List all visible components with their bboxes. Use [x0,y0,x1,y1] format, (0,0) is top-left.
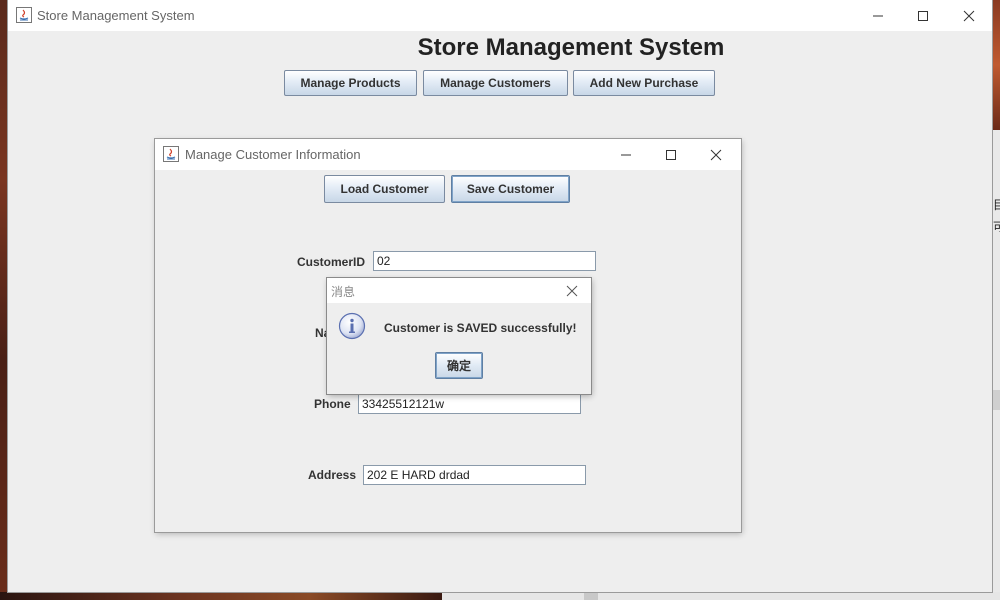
desktop-background-right [992,0,1000,130]
java-app-icon [163,146,179,162]
customer-window-title: Manage Customer Information [185,147,361,162]
manage-customers-button[interactable]: Manage Customers [423,70,568,96]
close-icon [710,149,722,160]
address-label: Address [308,468,357,482]
dialog-titlebar[interactable]: 消息 [327,278,591,303]
background-text-fragment: 目 [993,198,1000,212]
maximize-button[interactable] [900,0,946,31]
minimize-icon [873,15,883,16]
load-customer-button[interactable]: Load Customer [324,175,445,203]
minimize-button[interactable] [855,0,901,31]
info-icon [338,312,366,340]
close-icon [566,285,578,296]
ok-button[interactable]: 确定 [435,352,483,379]
minimize-icon [621,154,631,155]
close-icon [963,10,975,21]
manage-products-button[interactable]: Manage Products [284,70,417,96]
page-title: Store Management System [417,34,725,61]
phone-label: Phone [314,397,351,411]
close-button[interactable] [693,139,739,170]
add-new-purchase-button[interactable]: Add New Purchase [573,70,715,96]
desktop-wallpaper-strip [0,592,442,600]
close-button[interactable] [946,0,992,31]
maximize-icon [918,10,928,21]
background-text-fragment: 可 [993,220,1000,234]
background-scrollbar-bottom [584,592,598,600]
background-scrollbar [992,390,1000,410]
customer-window-titlebar[interactable]: Manage Customer Information [155,139,741,170]
message-dialog: 消息 Customer is SAVED successfully! 确定 [327,278,591,394]
address-field[interactable]: 202 E HARD drdad [363,465,586,485]
main-window-title: Store Management System [37,8,195,23]
customer-id-label: CustomerID [297,255,366,269]
java-app-icon [16,7,32,23]
main-titlebar[interactable]: Store Management System [8,0,992,31]
dialog-close-button[interactable] [553,278,591,303]
minimize-button[interactable] [603,139,649,170]
dialog-message: Customer is SAVED successfully! [384,321,577,335]
customer-id-field[interactable]: 02 [373,251,596,271]
maximize-button[interactable] [648,139,694,170]
save-customer-button[interactable]: Save Customer [451,175,570,203]
phone-field[interactable]: 33425512121w [358,394,581,414]
dialog-title: 消息 [331,285,356,299]
maximize-icon [666,149,676,160]
background-window-right: 目 可 [992,0,1000,600]
desktop-background-bottom [0,592,1000,600]
